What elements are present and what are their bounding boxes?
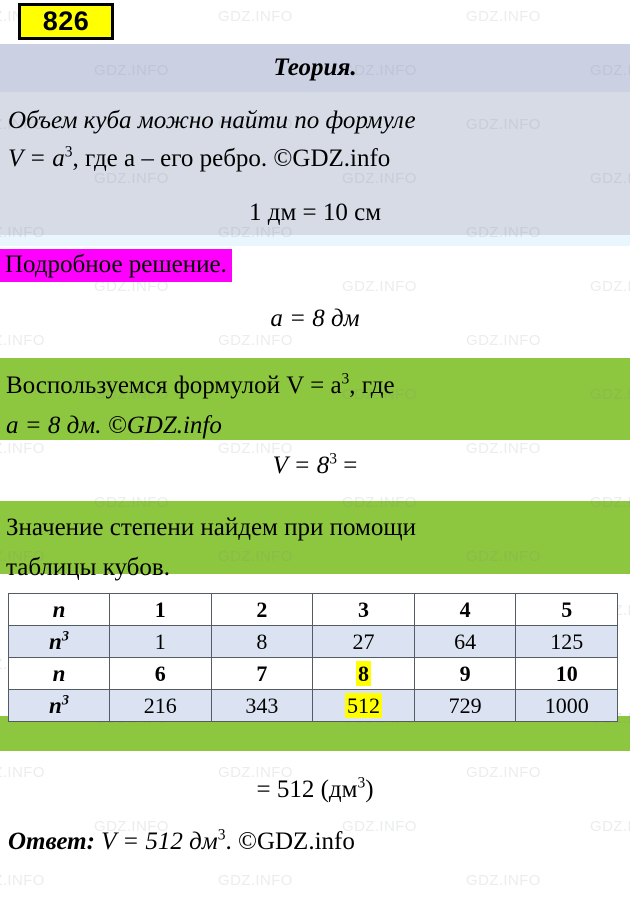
- step2-lhs: V = 8: [272, 452, 330, 479]
- table-row: n3 1 8 27 64 125: [8, 625, 618, 658]
- highlighted-value: 8: [355, 660, 371, 686]
- step1-line2: a = 8 дм. ©GDZ.info: [6, 412, 222, 439]
- detailed-solution-heading: Подробное решение.: [0, 249, 232, 282]
- step3-line1: Значение степени найдем при помощи: [6, 514, 416, 541]
- table-row-label: n: [8, 593, 110, 626]
- step1-text-b: , где: [349, 372, 395, 399]
- result-tail: ): [365, 776, 374, 803]
- table-cell: 10: [515, 657, 618, 690]
- theory-line-1: Объем куба можно найти по формуле: [8, 107, 416, 134]
- table-cell: 216: [109, 689, 212, 722]
- step1-text-a: Воспользуемся формулой V = a: [6, 372, 342, 399]
- table-cell: 2: [210, 593, 314, 626]
- table-row: n12345: [8, 593, 618, 626]
- watermark-text: GDZ.INFO: [590, 818, 630, 835]
- table-cell: 6: [109, 657, 212, 690]
- solution-step-1: Воспользуемся формулой V = a3, где a = 8…: [6, 366, 626, 446]
- solution-step-3: Значение степени найдем при помощи табли…: [6, 508, 626, 588]
- table-cell: 1: [109, 593, 212, 626]
- step3-line2: таблицы кубов.: [6, 554, 170, 581]
- given-value-text: a = 8 дм: [270, 305, 360, 332]
- table-cell: 512: [312, 689, 415, 722]
- theory-title: Теория.: [273, 54, 357, 81]
- watermark-text: GDZ.INFO: [0, 332, 45, 349]
- table-cell: 1000: [515, 689, 618, 722]
- answer-line: Ответ: V = 512 дм3. ©GDZ.info: [8, 827, 355, 856]
- theory-paragraph: Объем куба можно найти по формуле V = a3…: [8, 102, 624, 178]
- watermark-text: GDZ.INFO: [218, 332, 293, 349]
- table-cell: 1: [109, 625, 212, 658]
- watermark-text: GDZ.INFO: [342, 278, 417, 295]
- table-cell: 343: [210, 689, 314, 722]
- watermark-text: GDZ.INFO: [466, 872, 541, 889]
- step2-exponent: 3: [329, 450, 338, 468]
- cubes-table: n 1 2 3 4 5 n3 1 8 27 64 125 n 6 7 8 9 10 n3 216 343 512 729 10…: [8, 593, 618, 722]
- watermark-text: GDZ.INFO: [218, 8, 293, 25]
- table-cell: 27: [312, 625, 415, 658]
- watermark-text: GDZ.INFO: [0, 872, 45, 889]
- theory-formula-lhs: V = a: [8, 145, 65, 172]
- table-cell: 8: [312, 657, 415, 690]
- table-cell: 729: [413, 689, 517, 722]
- table-row: n 6 7 8 9 10: [8, 657, 618, 690]
- table-cell: 3: [312, 593, 415, 626]
- pale-strip-band: [0, 235, 630, 246]
- table-cell: 8: [210, 625, 314, 658]
- table-cell: 125: [515, 625, 618, 658]
- result-line: = 512 (дм3): [0, 775, 630, 804]
- table-cell: 7: [210, 657, 314, 690]
- table-row-label: n: [8, 657, 110, 690]
- answer-tail: . ©GDZ.info: [225, 828, 355, 855]
- task-number-badge: 826: [18, 3, 114, 40]
- watermark-text: GDZ.INFO: [466, 332, 541, 349]
- table-cell: 5: [515, 593, 618, 626]
- table-row-label: n3: [8, 689, 110, 722]
- table-cell: 9: [413, 657, 517, 690]
- result-text: = 512 (дм: [256, 776, 358, 803]
- unit-conversion-line: 1 дм = 10 см: [248, 199, 382, 226]
- watermark-text: GDZ.INFO: [466, 8, 541, 25]
- solution-step-2-formula: V = 83 =: [0, 450, 630, 480]
- watermark-text: GDZ.INFO: [590, 278, 630, 295]
- theory-formula-rest: , где a – его ребро. ©GDZ.info: [72, 145, 391, 172]
- given-value-line: a = 8 дм: [0, 305, 630, 333]
- answer-value: V = 512 дм: [101, 828, 218, 855]
- table-cell: 64: [413, 625, 517, 658]
- answer-label: Ответ:: [8, 828, 95, 855]
- table-cell: 4: [413, 593, 517, 626]
- highlighted-value: 512: [344, 692, 382, 718]
- step2-equals: =: [337, 452, 358, 479]
- table-row: n3 216 343 512 729 1000: [8, 689, 618, 722]
- cubes-table-body: n 1 2 3 4 5 n3 1 8 27 64 125 n 6 7 8 9 10 n3 216 343 512 729 10…: [8, 593, 618, 722]
- table-row-label: n3: [8, 625, 110, 658]
- watermark-text: GDZ.INFO: [218, 872, 293, 889]
